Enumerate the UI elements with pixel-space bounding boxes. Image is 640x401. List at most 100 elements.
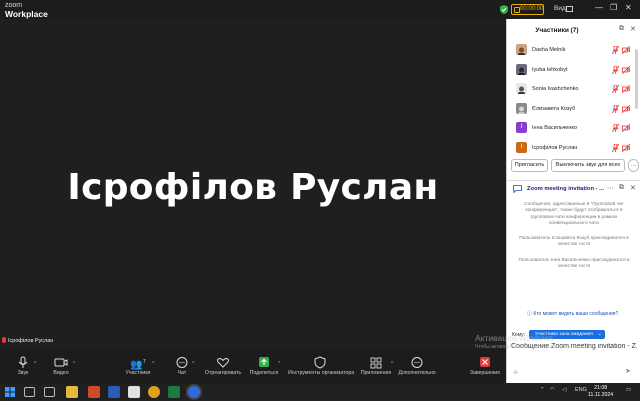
info-icon: ⓘ	[527, 311, 533, 317]
avatar-letter: І	[520, 124, 523, 130]
share-options-chevron-icon[interactable]: ^	[278, 361, 280, 367]
mic-off-icon[interactable]	[612, 143, 619, 152]
mic-off-icon[interactable]	[612, 65, 619, 74]
video-options-chevron-icon[interactable]: ^	[73, 361, 75, 367]
meeting-toolbar: Звук ^ Видео ^ 👥7 Участники ^ Чат ^ Отре…	[0, 349, 506, 383]
windows-start-icon[interactable]	[5, 387, 15, 397]
word-icon[interactable]	[108, 386, 120, 398]
chevron-down-icon: ⌄	[597, 332, 602, 337]
view-grid-icon[interactable]	[566, 6, 573, 12]
participant-row[interactable]: Sonia Ivashchenko	[507, 80, 633, 100]
format-icon[interactable]: ⊹	[513, 369, 518, 376]
avatar	[516, 63, 527, 75]
chat-title: Zoom meeting invitation - ...	[527, 186, 604, 192]
participants-scrollbar[interactable]	[635, 49, 638, 109]
chat-more-icon[interactable]: ⋯	[607, 184, 614, 192]
view-button-label[interactable]: Вид	[554, 5, 566, 12]
mic-off-icon[interactable]	[612, 85, 619, 93]
panel-divider	[507, 180, 640, 181]
more-options-icon[interactable]: …	[628, 159, 639, 172]
windows-taskbar: ⌃ ◠ ◁ ENG 21:08 11.11.2024 ▭	[0, 383, 640, 401]
who-can-see-link[interactable]: ⓘ Кто может видеть ваши сообщения?	[527, 310, 618, 317]
camera-off-icon[interactable]	[622, 85, 630, 93]
language-indicator[interactable]: ENG	[575, 387, 587, 393]
host-tools-button[interactable]: Инструменты организатора	[288, 355, 354, 376]
muted-mic-icon	[2, 337, 6, 343]
tray-chevron-icon[interactable]: ⌃	[540, 387, 545, 393]
more-button[interactable]: Дополнительно	[396, 355, 438, 376]
excel-icon[interactable]	[168, 386, 180, 398]
chat-popout-icon[interactable]: ⧉	[619, 184, 624, 192]
close-window-icon[interactable]: ✕	[625, 3, 632, 12]
encryption-shield-icon[interactable]	[500, 5, 508, 14]
avatar-letter: І	[520, 143, 523, 150]
app-icon[interactable]	[128, 386, 140, 398]
chrome-icon[interactable]	[148, 386, 160, 398]
participant-row[interactable]: І Ісрофілов Руслан	[507, 139, 633, 159]
volume-icon[interactable]: ◁	[562, 387, 566, 393]
task-view-icon[interactable]	[44, 387, 55, 397]
send-icon[interactable]: ➤	[625, 367, 631, 375]
participants-header: Участники (7) ⧉ ✕	[507, 19, 640, 41]
participant-row[interactable]: І Інна Васильченко	[507, 119, 633, 139]
participant-row[interactable]: Єлизавета Козуб	[507, 100, 633, 120]
audio-options-chevron-icon[interactable]: ^	[34, 361, 36, 367]
powerpoint-icon[interactable]	[88, 386, 100, 398]
title-bar: zoom Workplace 00:00:00 Вид — ❐ ✕	[0, 0, 640, 19]
more-dots-icon	[411, 357, 423, 368]
chat-button[interactable]: Чат	[172, 355, 192, 376]
video-stage[interactable]: Ісрофілов Руслан Ісрофілов Руслан	[0, 19, 506, 349]
share-screen-icon	[259, 357, 269, 367]
search-icon[interactable]	[24, 387, 35, 397]
clock-time: 21:08	[594, 385, 608, 391]
apps-label: Приложения	[360, 370, 392, 376]
participants-options-chevron-icon[interactable]: ^	[152, 361, 154, 367]
participants-title: Участники (7)	[535, 27, 579, 34]
camera-off-icon[interactable]	[622, 143, 630, 152]
avatar	[516, 83, 527, 94]
camera-off-icon[interactable]	[622, 124, 630, 132]
file-explorer-icon[interactable]	[66, 386, 78, 398]
mute-all-button[interactable]: Выключить звук для всех	[551, 159, 625, 172]
minimize-icon[interactable]: —	[595, 3, 603, 12]
end-meeting-button[interactable]: Завершение	[468, 355, 502, 376]
mic-off-icon[interactable]	[612, 124, 619, 132]
avatar	[516, 102, 527, 114]
react-button[interactable]: Отреагировать	[204, 355, 242, 376]
apps-button[interactable]: Приложения	[358, 355, 394, 376]
popout-icon[interactable]: ⧉	[619, 25, 624, 33]
camera-off-icon[interactable]	[622, 65, 630, 74]
participant-name: Iyuba lehkobyt	[532, 66, 568, 73]
participant-row[interactable]: Dasha Melnik	[507, 41, 633, 61]
more-label: Дополнительно	[398, 370, 436, 376]
invite-button[interactable]: Пригласить	[511, 159, 548, 172]
chat-messages: Сообщения, адресованные в "Групповой чат…	[515, 202, 633, 279]
audio-label: Звук	[17, 370, 29, 376]
zoom-taskbar-icon[interactable]	[188, 386, 200, 398]
taskbar-clock[interactable]: 21:08 11.11.2024	[588, 385, 613, 399]
chat-options-chevron-icon[interactable]: ^	[192, 361, 194, 367]
mic-off-icon[interactable]	[612, 104, 619, 113]
participants-icon: 👥7	[130, 359, 146, 371]
chat-icon	[176, 357, 188, 368]
share-button[interactable]: Поделиться	[248, 355, 280, 376]
shield-icon	[314, 356, 326, 369]
audio-button[interactable]: Звук	[12, 355, 34, 376]
close-panel-icon[interactable]: ✕	[630, 25, 636, 33]
apps-options-chevron-icon[interactable]: ^	[391, 361, 393, 367]
end-label: Завершение	[469, 370, 501, 376]
video-camera-icon	[54, 358, 68, 367]
watermark-line1: Активация Windows	[475, 333, 554, 343]
mic-off-icon[interactable]	[612, 46, 619, 54]
wifi-icon[interactable]: ◠	[550, 387, 555, 393]
notifications-icon[interactable]: ▭	[626, 387, 631, 393]
chat-label: Чат	[177, 370, 187, 376]
participants-button[interactable]: 👥7 Участники	[122, 355, 154, 376]
video-button[interactable]: Видео	[50, 355, 72, 376]
active-speaker-name: Ісрофілов Руслан	[67, 167, 439, 208]
chat-close-icon[interactable]: ✕	[630, 184, 636, 192]
camera-off-icon[interactable]	[622, 104, 630, 113]
restore-icon[interactable]: ❐	[610, 3, 617, 12]
participant-row[interactable]: Iyuba lehkobyt	[507, 61, 633, 81]
camera-off-icon[interactable]	[622, 46, 630, 54]
